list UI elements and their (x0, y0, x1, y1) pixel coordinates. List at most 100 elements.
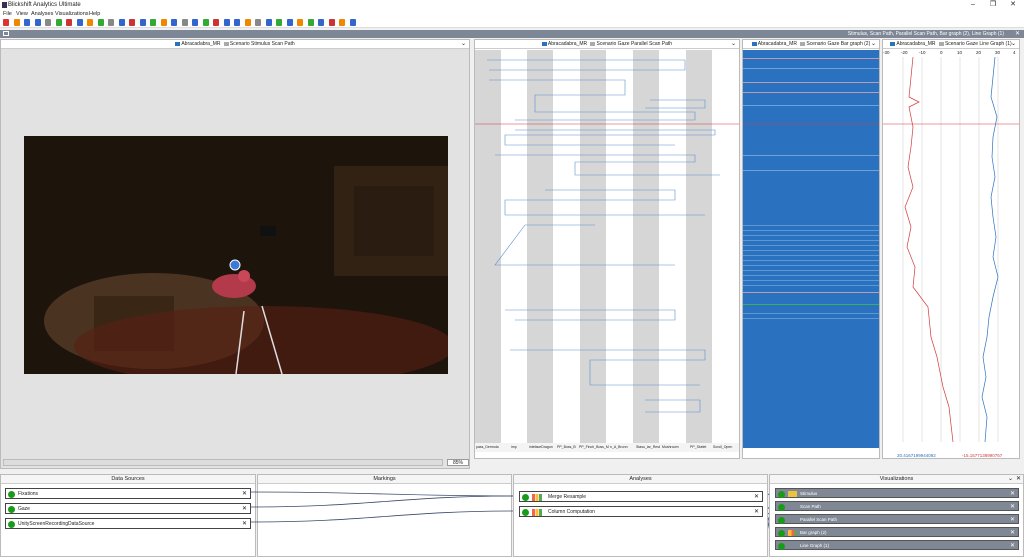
line-value-left: 20.4167199944092 (897, 453, 936, 458)
toolbar-tool-icon[interactable] (339, 19, 345, 26)
line-panel-header: Abracadabra_MR Scenario Gaze Line Graph … (883, 40, 1019, 49)
toolbar-tool-icon[interactable] (66, 19, 72, 26)
toolbar-tool-icon[interactable] (234, 19, 240, 26)
toolbar-tool-icon[interactable] (76, 19, 83, 26)
analysis-merge-resample[interactable]: Merge Resample ✕ (519, 491, 763, 502)
toolbar-tool-icon[interactable] (255, 19, 261, 26)
toolbar-tool-icon[interactable] (286, 19, 293, 26)
parallel-scan-path-plot[interactable] (475, 50, 739, 448)
toolbar-tool-icon[interactable] (192, 19, 198, 26)
axis-tick: 4 (1013, 50, 1016, 55)
bar-panel-header: Abracadabra_MR Scenario Gaze Bar graph (… (743, 40, 879, 49)
toolbar-tool-icon[interactable] (118, 19, 125, 26)
toolbar-tool-icon[interactable] (139, 19, 146, 26)
toolbar-tool-icon[interactable] (3, 19, 9, 26)
column-label: n_A_Bronn (610, 445, 628, 449)
visualizations-panel: Visualizations ⌄ ✕ Stimulus ✕ Scan Path ✕ … (769, 474, 1024, 557)
toolbar-tool-icon[interactable] (349, 19, 356, 26)
horizontal-scrollbar[interactable] (3, 459, 443, 466)
toolbar-tool-icon[interactable] (129, 19, 135, 26)
toolbar-tool-icon[interactable] (318, 19, 324, 26)
remove-icon[interactable]: ✕ (242, 504, 247, 514)
toolbar-tool-icon[interactable] (55, 19, 62, 26)
analysis-column-computation[interactable]: Column Computation ✕ (519, 506, 763, 517)
line-graph-plot[interactable] (883, 57, 1019, 442)
legend-swatch-grey (938, 41, 944, 46)
menu-analyses[interactable]: Analyses (31, 10, 53, 18)
status-dot-icon (8, 506, 15, 513)
toolbar-tool-icon[interactable] (213, 19, 219, 26)
toolbar-tool-icon[interactable] (202, 19, 209, 26)
workspace-close-icon[interactable]: ✕ (1015, 30, 1020, 37)
remove-icon[interactable]: ✕ (1010, 489, 1015, 499)
minimize-button[interactable]: – (966, 1, 980, 9)
toolbar-tool-icon[interactable] (265, 19, 272, 26)
workspace-menu-icon[interactable] (3, 31, 9, 36)
remove-icon[interactable]: ✕ (754, 507, 759, 517)
column-label: Mushroom (662, 445, 679, 449)
chevron-down-icon[interactable]: ⌄ (1011, 40, 1016, 49)
status-dot-icon (778, 517, 785, 524)
remove-icon[interactable]: ✕ (242, 519, 247, 529)
data-source-unity[interactable]: UnityScreenRecordingDataSource ✕ (5, 518, 251, 529)
panel-restore-icon[interactable]: ⌄ (1008, 475, 1013, 482)
status-dot-icon (778, 504, 785, 511)
close-window-button[interactable]: ✕ (1006, 1, 1020, 9)
menu-view[interactable]: View (16, 10, 28, 18)
remove-icon[interactable]: ✕ (1010, 502, 1015, 512)
line-legend-b: Scenario Gaze Line Graph (1) (944, 41, 1012, 47)
toolbar-tool-icon[interactable] (160, 19, 167, 26)
column-label: Scroll_Open (713, 445, 733, 449)
bar-graph-icon (788, 530, 797, 536)
toolbar-tool-icon[interactable] (297, 19, 303, 26)
toolbar-tool-icon[interactable] (45, 19, 51, 26)
toolbar-tool-icon[interactable] (276, 19, 282, 26)
line-value-right: -15.1577138990757 (962, 453, 1003, 458)
toolbar-tool-icon[interactable] (171, 19, 177, 26)
toolbar-tool-icon[interactable] (97, 19, 104, 26)
bar-chart-icon (532, 509, 542, 516)
maximize-button[interactable]: ❐ (986, 1, 1000, 9)
toolbar-tool-icon[interactable] (34, 19, 41, 26)
line-graph-panel: Abracadabra_MR Scenario Gaze Line Graph … (882, 39, 1020, 459)
bar-graph-plot[interactable] (743, 50, 879, 448)
vis-stimulus[interactable]: Stimulus ✕ (775, 488, 1019, 498)
toolbar-tool-icon[interactable] (150, 19, 156, 26)
menu-help[interactable]: Help (89, 10, 100, 18)
vis-bar-graph[interactable]: Bar graph (2) ✕ (775, 527, 1019, 537)
remove-icon[interactable]: ✕ (1010, 515, 1015, 525)
toolbar-tool-icon[interactable] (307, 19, 314, 26)
legend-swatch-grey (590, 41, 596, 46)
toolbar-tool-icon[interactable] (223, 19, 230, 26)
toolbar-tool-icon[interactable] (108, 19, 114, 26)
menu-file[interactable]: File (3, 10, 12, 18)
menu-visualizations[interactable]: Visualizations (55, 10, 89, 18)
toolbar-tool-icon[interactable] (328, 19, 335, 26)
vis-scan-path[interactable]: Scan Path ✕ (775, 501, 1019, 511)
toolbar-tool-icon[interactable] (87, 19, 93, 26)
data-source-fixations[interactable]: Fixations ✕ (5, 488, 251, 499)
bar-legend-a: Abracadabra_MR (757, 41, 797, 47)
remove-icon[interactable]: ✕ (242, 489, 247, 499)
toolbar-tool-icon[interactable] (181, 19, 188, 26)
column-label: pass_Dermola (476, 445, 499, 449)
stimulus-video-frame[interactable] (24, 136, 454, 386)
status-dot-icon (778, 491, 785, 498)
remove-icon[interactable]: ✕ (754, 492, 759, 502)
vis-line-graph[interactable]: Line Graph (1) ✕ (775, 540, 1019, 550)
toolbar-tool-icon[interactable] (13, 19, 20, 26)
toolbar (0, 18, 1024, 28)
data-sources-panel: Data Sources Fixations ✕ Gaze ✕ UnityScree… (0, 474, 256, 557)
vis-parallel-scan-path[interactable]: Parallel Scan Path ✕ (775, 514, 1019, 524)
toolbar-tool-icon[interactable] (24, 19, 30, 26)
remove-icon[interactable]: ✕ (1010, 528, 1015, 538)
zoom-level[interactable]: 85% (447, 459, 469, 466)
chevron-down-icon[interactable]: ⌄ (731, 40, 736, 49)
panel-close-icon[interactable]: ✕ (1016, 475, 1021, 482)
chevron-down-icon[interactable]: ⌄ (461, 40, 466, 49)
status-dot-icon (778, 530, 785, 537)
toolbar-tool-icon[interactable] (244, 19, 251, 26)
remove-icon[interactable]: ✕ (1010, 541, 1015, 551)
data-source-gaze[interactable]: Gaze ✕ (5, 503, 251, 514)
chevron-down-icon[interactable]: ⌄ (871, 40, 876, 49)
